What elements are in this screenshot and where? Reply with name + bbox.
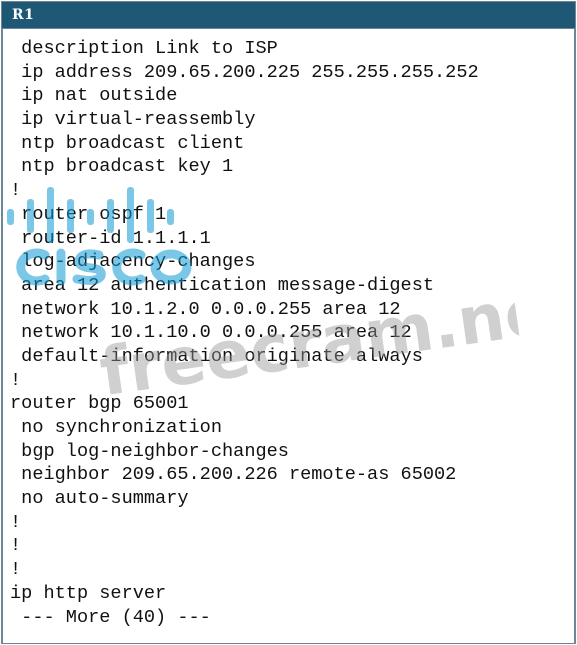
terminal-window: R1 description Link to ISP ip address 20…	[1, 1, 577, 644]
config-line: !	[10, 535, 22, 557]
config-line: router ospf 1	[10, 203, 167, 225]
config-line: area 12 authentication message-digest	[10, 274, 435, 296]
config-line: ip address 209.65.200.225 255.255.255.25…	[10, 61, 479, 83]
config-line: router-id 1.1.1.1	[10, 227, 211, 249]
terminal-output[interactable]: description Link to ISP ip address 209.6…	[2, 29, 577, 643]
config-line: ntp broadcast key 1	[10, 156, 234, 178]
config-line: network 10.1.10.0 0.0.0.255 area 12	[10, 322, 412, 344]
config-line: !	[10, 559, 22, 581]
config-line: ip nat outside	[10, 85, 178, 107]
config-line: --- More (40) ---	[10, 606, 211, 628]
config-lines: description Link to ISP ip address 209.6…	[10, 37, 479, 629]
config-line: !	[10, 180, 22, 202]
config-line: log-adjacency-changes	[10, 251, 256, 273]
config-line: bgp log-neighbor-changes	[10, 440, 289, 462]
config-line: no synchronization	[10, 417, 223, 438]
config-line: no auto-summary	[10, 488, 189, 510]
config-line: ip http server	[10, 582, 167, 604]
config-line: router bgp 65001	[10, 393, 189, 415]
config-line: neighbor 209.65.200.226 remote-as 65002	[10, 464, 457, 486]
config-line: description Link to ISP	[10, 38, 278, 59]
config-line: network 10.1.2.0 0.0.0.255 area 12	[10, 298, 401, 320]
config-line: ip virtual-reassembly	[10, 109, 256, 131]
window-title: R1	[12, 7, 35, 23]
config-line: ntp broadcast client	[10, 132, 245, 154]
config-line: !	[10, 511, 22, 533]
config-line: default-information originate always	[10, 345, 423, 367]
title-bar: R1	[2, 2, 575, 29]
config-line: !	[10, 369, 22, 391]
